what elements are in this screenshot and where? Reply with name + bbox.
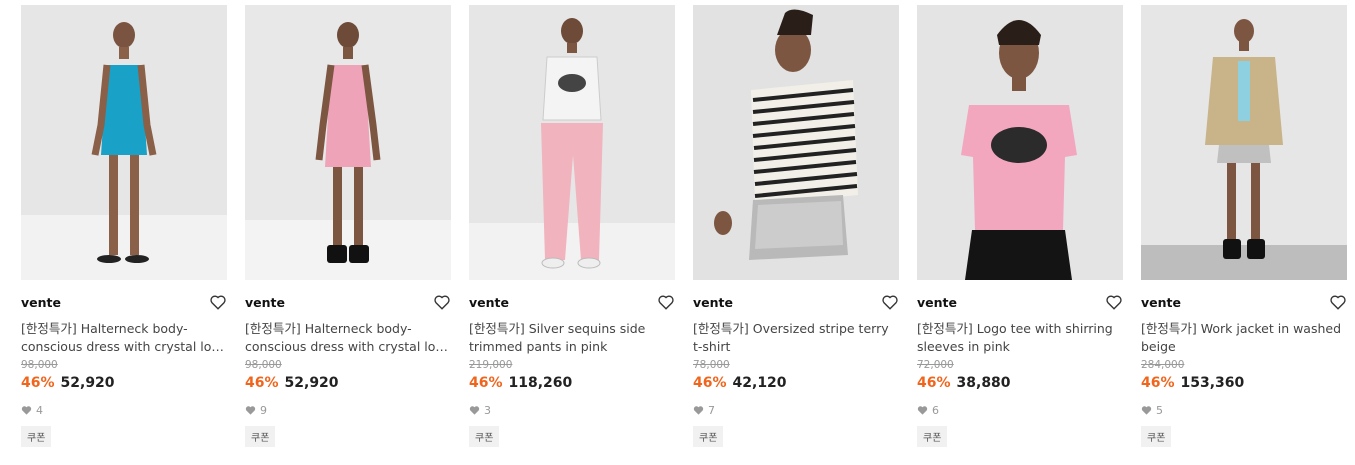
product-name[interactable]: [한정특가] Silver sequins side trimmed pants… xyxy=(469,320,675,356)
sale-price: 42,120 xyxy=(732,375,787,391)
price-row: 46% 118,260 xyxy=(469,375,675,391)
heart-icon[interactable] xyxy=(1329,293,1347,311)
heart-filled-icon xyxy=(21,406,32,415)
brand-name[interactable]: vente xyxy=(21,295,61,310)
product-name[interactable]: [한정특가] Halterneck body-conscious dress w… xyxy=(245,320,451,356)
like-count-value: 4 xyxy=(36,404,43,417)
heart-icon[interactable] xyxy=(1105,293,1123,311)
product-image[interactable] xyxy=(1141,5,1347,280)
discount-rate: 46% xyxy=(1141,375,1175,391)
like-count: 5 xyxy=(1141,404,1347,417)
original-price: 98,000 xyxy=(21,359,58,371)
heart-filled-icon xyxy=(469,406,480,415)
price-row: 46% 42,120 xyxy=(693,375,899,391)
like-count: 9 xyxy=(245,404,451,417)
heart-filled-icon xyxy=(245,406,256,415)
sale-price: 52,920 xyxy=(284,375,339,391)
original-price: 219,000 xyxy=(469,359,513,371)
heart-icon[interactable] xyxy=(881,293,899,311)
brand-name[interactable]: vente xyxy=(469,295,509,310)
coupon-badge: 쿠폰 xyxy=(469,426,500,447)
like-count-value: 3 xyxy=(484,404,491,417)
discount-rate: 46% xyxy=(245,375,279,391)
original-price: 284,000 xyxy=(1141,359,1185,371)
product-name[interactable]: [한정특가] Halterneck body-conscious dress w… xyxy=(21,320,227,356)
sale-price: 118,260 xyxy=(508,375,573,391)
sale-price: 52,920 xyxy=(60,375,115,391)
product-card[interactable]: vente [한정특가] Halterneck body-conscious d… xyxy=(21,5,227,447)
heart-filled-icon xyxy=(1141,406,1152,415)
product-name[interactable]: [한정특가] Logo tee with shirring sleeves in… xyxy=(917,320,1123,356)
product-image[interactable] xyxy=(917,5,1123,280)
product-image[interactable] xyxy=(693,5,899,280)
heart-icon[interactable] xyxy=(209,293,227,311)
discount-rate: 46% xyxy=(21,375,55,391)
like-count-value: 5 xyxy=(1156,404,1163,417)
like-count: 4 xyxy=(21,404,227,417)
coupon-badge: 쿠폰 xyxy=(1141,426,1172,447)
discount-rate: 46% xyxy=(469,375,503,391)
like-count: 6 xyxy=(917,404,1123,417)
product-name[interactable]: [한정특가] Work jacket in washed beige xyxy=(1141,320,1347,356)
coupon-badge: 쿠폰 xyxy=(21,426,52,447)
product-image[interactable] xyxy=(469,5,675,280)
discount-rate: 46% xyxy=(917,375,951,391)
heart-icon[interactable] xyxy=(657,293,675,311)
heart-filled-icon xyxy=(917,406,928,415)
product-card[interactable]: vente [한정특가] Oversized stripe terry t-sh… xyxy=(693,5,899,447)
product-card[interactable]: vente [한정특가] Halterneck body-conscious d… xyxy=(245,5,451,447)
like-count-value: 9 xyxy=(260,404,267,417)
price-row: 46% 52,920 xyxy=(245,375,451,391)
like-count-value: 7 xyxy=(708,404,715,417)
discount-rate: 46% xyxy=(693,375,727,391)
product-image[interactable] xyxy=(21,5,227,280)
brand-name[interactable]: vente xyxy=(245,295,285,310)
product-card[interactable]: vente [한정특가] Silver sequins side trimmed… xyxy=(469,5,675,447)
brand-name[interactable]: vente xyxy=(693,295,733,310)
product-card[interactable]: vente [한정특가] Logo tee with shirring slee… xyxy=(917,5,1123,447)
product-card[interactable]: vente [한정특가] Work jacket in washed beige… xyxy=(1141,5,1347,447)
price-row: 46% 38,880 xyxy=(917,375,1123,391)
heart-icon[interactable] xyxy=(433,293,451,311)
like-count: 3 xyxy=(469,404,675,417)
heart-filled-icon xyxy=(693,406,704,415)
product-name[interactable]: [한정특가] Oversized stripe terry t-shirt xyxy=(693,320,899,356)
like-count: 7 xyxy=(693,404,899,417)
original-price: 98,000 xyxy=(245,359,282,371)
brand-name[interactable]: vente xyxy=(917,295,957,310)
coupon-badge: 쿠폰 xyxy=(245,426,276,447)
sale-price: 153,360 xyxy=(1180,375,1245,391)
price-row: 46% 153,360 xyxy=(1141,375,1347,391)
coupon-badge: 쿠폰 xyxy=(693,426,724,447)
sale-price: 38,880 xyxy=(956,375,1011,391)
brand-name[interactable]: vente xyxy=(1141,295,1181,310)
coupon-badge: 쿠폰 xyxy=(917,426,948,447)
price-row: 46% 52,920 xyxy=(21,375,227,391)
original-price: 72,000 xyxy=(917,359,954,371)
product-image[interactable] xyxy=(245,5,451,280)
product-grid: vente [한정특가] Halterneck body-conscious d… xyxy=(21,5,1347,447)
like-count-value: 6 xyxy=(932,404,939,417)
original-price: 78,000 xyxy=(693,359,730,371)
